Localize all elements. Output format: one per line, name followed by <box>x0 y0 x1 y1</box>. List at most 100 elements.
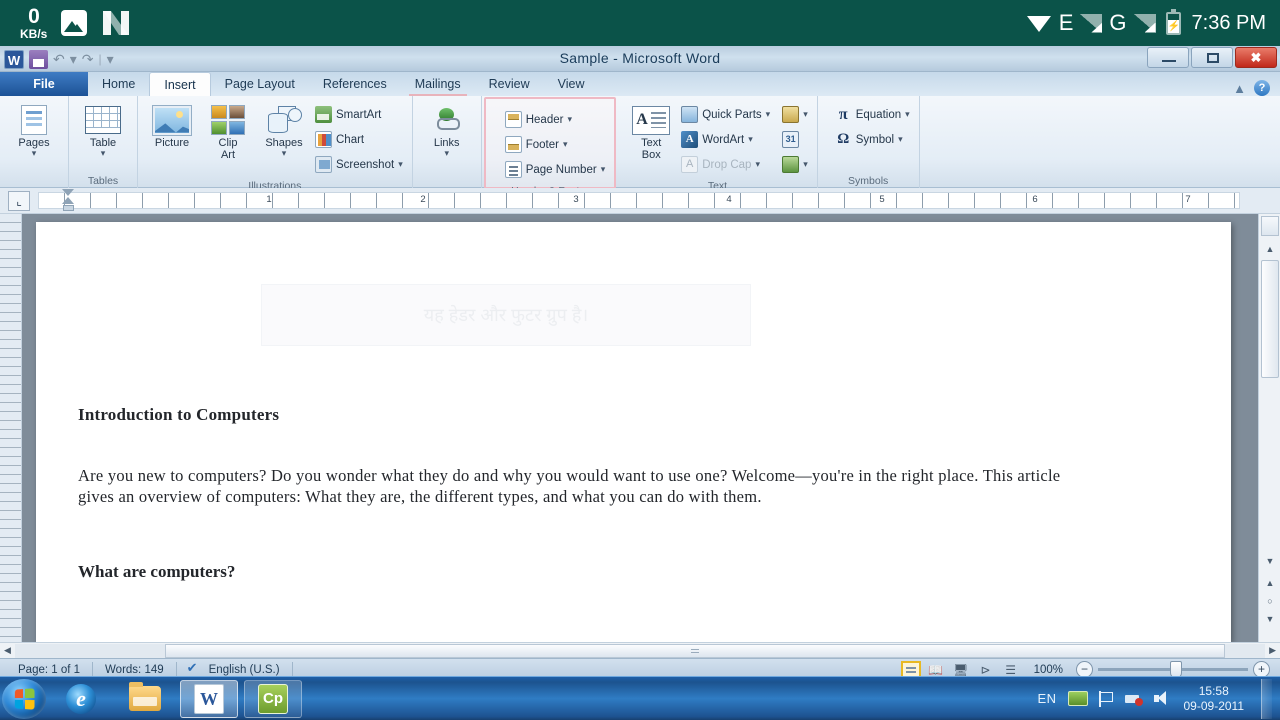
text-box-button[interactable]: A Text Box <box>624 101 678 163</box>
table-button[interactable]: Table ▾ <box>75 101 131 159</box>
signature-line-button[interactable]: ▾ <box>779 102 811 127</box>
ribbon-tabs-right[interactable]: ▲ ? <box>1233 80 1280 96</box>
horizontal-scroll-thumb[interactable] <box>164 643 1225 658</box>
taskbar-item-internet-explorer[interactable]: e <box>52 680 110 718</box>
select-browse-object-button[interactable]: ○ <box>1263 594 1277 608</box>
tab-view[interactable]: View <box>544 72 599 96</box>
wordart-dropdown-icon[interactable]: ▾ <box>748 134 753 145</box>
date-time-button[interactable]: 31 <box>779 127 811 152</box>
footer-dropdown-icon[interactable]: ▾ <box>563 139 568 150</box>
wordart-button[interactable]: A WordArt ▾ <box>678 127 773 152</box>
scroll-left-arrow[interactable]: ◀ <box>0 645 15 656</box>
shapes-button[interactable]: Shapes ▾ <box>256 101 312 159</box>
indent-markers[interactable] <box>62 189 75 213</box>
symbols-group-label: Symbols <box>848 175 889 187</box>
ruler-number-4: 4 <box>726 194 732 205</box>
vertical-scroll-thumb[interactable] <box>1261 260 1279 378</box>
ribbon-tabs[interactable]: File Home Insert Page Layout References … <box>0 72 1280 96</box>
quick-parts-dropdown-icon[interactable]: ▾ <box>766 109 771 120</box>
quick-parts-button[interactable]: Quick Parts ▾ <box>678 102 773 127</box>
page-number-button[interactable]: Page Number ▾ <box>502 157 609 182</box>
edge-network-label: E <box>1058 10 1074 35</box>
screenshot-button[interactable]: Screenshot ▾ <box>312 152 406 177</box>
tab-home[interactable]: Home <box>88 72 149 96</box>
green-tray-icon[interactable] <box>1067 691 1088 706</box>
taskbar-item-captivate[interactable]: Cp <box>244 679 302 718</box>
tab-insert[interactable]: Insert <box>149 72 211 96</box>
horizontal-scrollbar[interactable]: ◀ ▶ <box>0 642 1280 658</box>
taskbar-clock[interactable]: 15:58 09-09-2011 <box>1182 684 1245 714</box>
object-dropdown-icon[interactable]: ▾ <box>803 159 808 170</box>
zoom-level[interactable]: 100% <box>1026 664 1071 676</box>
clip-art-icon <box>211 103 245 137</box>
scroll-down-arrow[interactable]: ▼ <box>1259 552 1280 570</box>
ribbon-group-header-footer: Header ▾ Footer ▾ Page Number ▾ <box>483 97 617 197</box>
drop-cap-button[interactable]: A Drop Cap ▾ <box>678 152 773 177</box>
tab-file[interactable]: File <box>0 72 88 96</box>
horizontal-scroll-track[interactable] <box>14 643 1266 658</box>
chart-button[interactable]: Chart <box>312 127 406 152</box>
tab-stop-selector[interactable]: ⌞ <box>8 190 30 211</box>
tab-references[interactable]: References <box>309 72 401 96</box>
links-dropdown-icon[interactable]: ▾ <box>444 149 449 158</box>
horizontal-ruler[interactable]: 1 2 3 4 5 6 7 <box>38 192 1240 209</box>
smartart-button[interactable]: SmartArt <box>312 102 406 127</box>
wordart-label: WordArt <box>702 133 745 146</box>
previous-page-button[interactable]: ▲ <box>1263 576 1277 590</box>
picture-button[interactable]: Picture <box>144 101 200 151</box>
vertical-scrollbar[interactable]: ▲ ▼ ▲ ○ ▼ <box>1258 214 1280 642</box>
links-button[interactable]: Links ▾ <box>419 101 475 159</box>
pages-button[interactable]: Pages ▾ <box>6 101 62 159</box>
restore-button[interactable] <box>1191 47 1233 68</box>
page-number-label: Page Number <box>525 163 597 176</box>
split-window-button[interactable] <box>1261 216 1279 236</box>
scroll-right-arrow[interactable]: ▶ <box>1265 645 1280 656</box>
close-button[interactable]: ✖ <box>1235 47 1277 68</box>
minimize-button[interactable] <box>1147 47 1189 68</box>
table-dropdown-icon[interactable]: ▾ <box>101 149 106 158</box>
symbol-button[interactable]: Ω Symbol ▾ <box>832 127 913 152</box>
minimize-ribbon-icon[interactable]: ▲ <box>1233 81 1246 96</box>
zoom-slider-track[interactable] <box>1098 661 1248 678</box>
header-dropdown-icon[interactable]: ▾ <box>567 114 572 125</box>
start-button[interactable] <box>2 678 46 719</box>
action-center-flag-icon[interactable] <box>1098 690 1114 707</box>
tab-page-layout[interactable]: Page Layout <box>211 72 309 96</box>
window-controls[interactable]: ✖ <box>1147 47 1277 68</box>
tab-review[interactable]: Review <box>475 72 544 96</box>
pages-dropdown-icon[interactable]: ▾ <box>32 149 37 158</box>
taskbar-date: 09-09-2011 <box>1183 698 1245 713</box>
document-area: यह हेडर और फुटर ग्रुप है। Introduction t… <box>0 214 1280 642</box>
help-icon[interactable]: ? <box>1254 80 1270 96</box>
screenshot-dropdown-icon[interactable]: ▾ <box>398 159 403 170</box>
scroll-up-arrow[interactable]: ▲ <box>1259 240 1280 258</box>
equation-button[interactable]: π Equation ▾ <box>832 102 913 127</box>
equation-icon: π <box>838 105 848 123</box>
drop-cap-dropdown-icon[interactable]: ▾ <box>755 159 760 170</box>
document-heading-1: Introduction to Computers <box>78 405 280 424</box>
taskbar-item-microsoft-word[interactable]: W <box>180 679 238 718</box>
android-status-bar: 0 KB/s E G 7:36 PM <box>0 0 1280 46</box>
screenshot-label: Screenshot <box>336 158 395 171</box>
signature-line-dropdown-icon[interactable]: ▾ <box>803 109 808 120</box>
show-desktop-button[interactable] <box>1261 678 1272 719</box>
header-button[interactable]: Header ▾ <box>502 107 609 132</box>
language-tray-indicator[interactable]: EN <box>1037 691 1056 706</box>
tab-mailings[interactable]: Mailings <box>401 72 475 96</box>
document-page[interactable]: यह हेडर और फुटर ग्रुप है। Introduction t… <box>36 222 1231 642</box>
object-button[interactable]: ▾ <box>779 152 811 177</box>
network-icon[interactable] <box>1124 692 1143 706</box>
volume-icon[interactable] <box>1153 691 1171 706</box>
equation-dropdown-icon[interactable]: ▾ <box>905 109 910 120</box>
table-icon <box>85 103 121 137</box>
footer-button[interactable]: Footer ▾ <box>502 132 609 157</box>
quick-parts-icon <box>681 106 699 123</box>
shapes-dropdown-icon[interactable]: ▾ <box>282 149 287 158</box>
clip-art-button[interactable]: Clip Art <box>200 101 256 163</box>
symbol-dropdown-icon[interactable]: ▾ <box>898 134 903 145</box>
page-number-dropdown-icon[interactable]: ▾ <box>601 164 606 175</box>
next-page-button[interactable]: ▼ <box>1263 612 1277 626</box>
illustrations-small-buttons: SmartArt Chart Screenshot ▾ <box>312 101 406 177</box>
window-title: Sample - Microsoft Word <box>559 50 721 66</box>
taskbar-item-windows-explorer[interactable] <box>116 680 174 718</box>
